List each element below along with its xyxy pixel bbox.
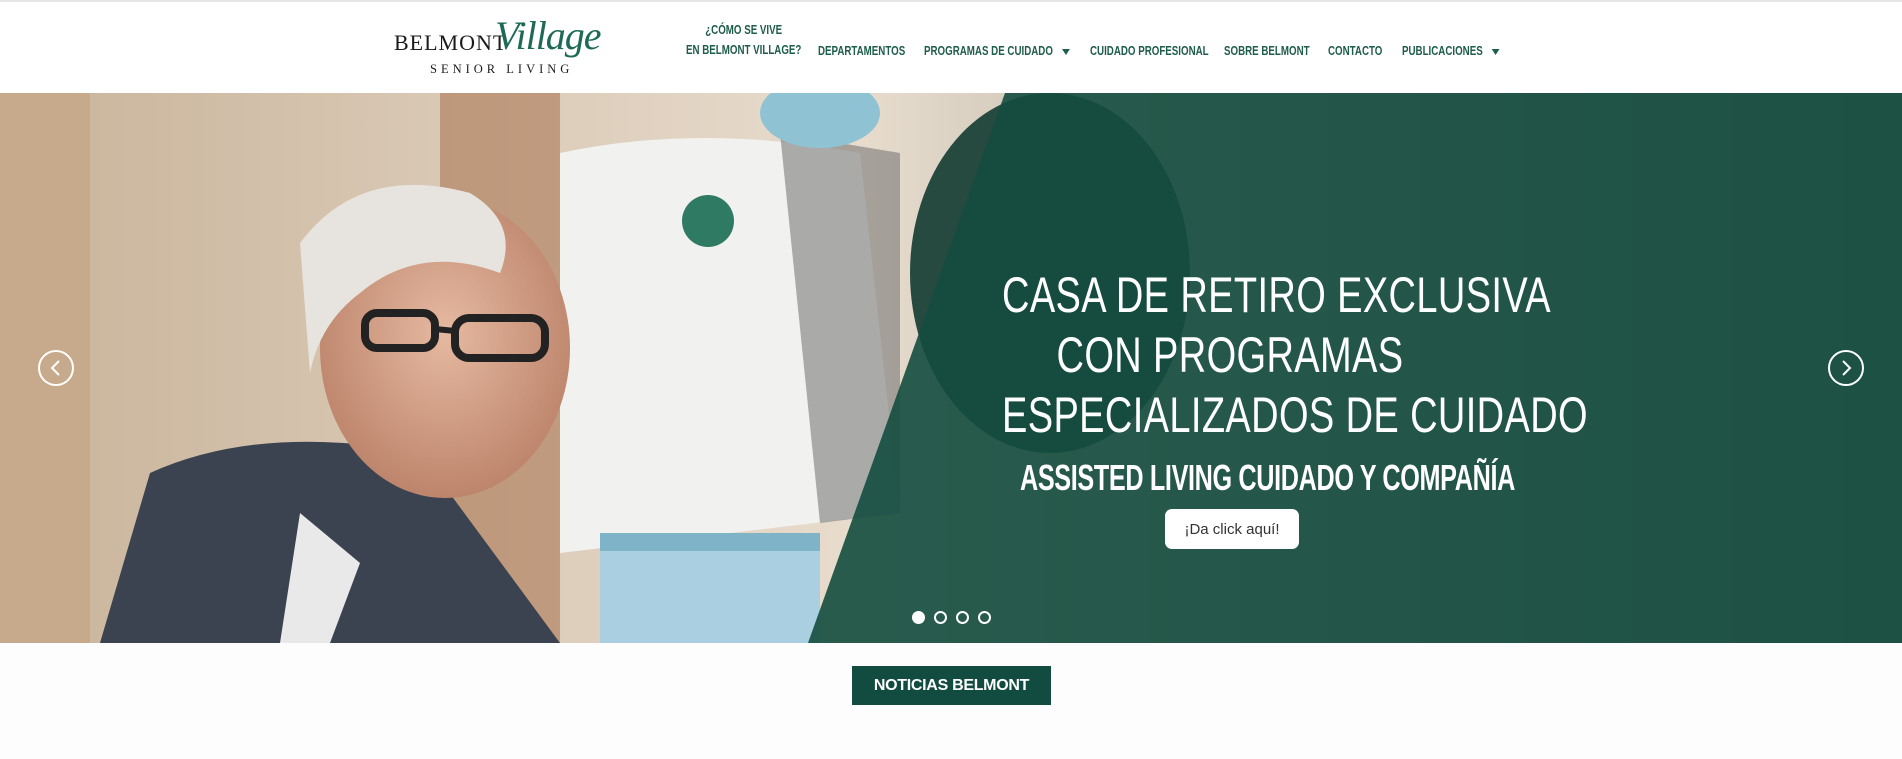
chevron-left-icon: [50, 360, 60, 376]
nav-item-departamentos-label: DEPARTAMENTOS: [818, 44, 906, 58]
hero-cta-button[interactable]: ¡Da click aquí!: [1165, 509, 1299, 549]
hero-subtitle: ASSISTED LIVING CUIDADO Y COMPAÑÍA: [1020, 457, 1515, 498]
hero-title-line-3: ESPECIALIZADOS DE CUIDADO: [1002, 387, 1588, 443]
nav-item-cuidado-profesional-label: CUIDADO PROFESIONAL: [1090, 44, 1209, 58]
nav-item-como-se-vive-line2: EN BELMONT VILLAGE?: [686, 43, 802, 57]
nav-item-contacto-label: CONTACTO: [1328, 44, 1383, 58]
chevron-down-icon: [1492, 48, 1500, 55]
chevron-right-icon: [1842, 360, 1852, 376]
nav-item-departamentos[interactable]: DEPARTAMENTOS: [818, 41, 905, 61]
hero-slider: CASA DE RETIRO EXCLUSIVA CON PROGRAMAS E…: [0, 93, 1902, 643]
site-header: BELMONT Village SENIOR LIVING ¿CÓMO SE V…: [0, 0, 1902, 93]
hero-green-overlay: [808, 93, 1902, 643]
slider-pagination: [912, 611, 991, 624]
nav-item-contacto[interactable]: CONTACTO: [1328, 41, 1382, 61]
hero-title: CASA DE RETIRO EXCLUSIVA CON PROGRAMAS E…: [1002, 265, 1588, 445]
slider-next-button[interactable]: [1828, 350, 1864, 386]
nav-item-programas-label: PROGRAMAS DE CUIDADO: [924, 44, 1053, 58]
slider-prev-button[interactable]: [38, 350, 74, 386]
nav-item-como-se-vive[interactable]: ¿CÓMO SE VIVE EN BELMONT VILLAGE?: [686, 20, 801, 60]
slider-dot-3[interactable]: [956, 611, 969, 624]
nav-item-cuidado-profesional[interactable]: CUIDADO PROFESIONAL: [1090, 41, 1209, 61]
chevron-down-icon: [1062, 48, 1071, 55]
nav-item-como-se-vive-line1: ¿CÓMO SE VIVE: [705, 23, 783, 37]
nav-item-publicaciones[interactable]: PUBLICACIONES: [1402, 41, 1500, 61]
nav-item-sobre-belmont[interactable]: SOBRE BELMONT: [1224, 41, 1310, 61]
nav-item-sobre-belmont-label: SOBRE BELMONT: [1224, 44, 1310, 58]
nav-item-programas-de-cuidado[interactable]: PROGRAMAS DE CUIDADO: [924, 41, 1071, 61]
main-nav: ¿CÓMO SE VIVE EN BELMONT VILLAGE? DEPART…: [0, 2, 1902, 95]
noticias-belmont-button[interactable]: NOTICIAS BELMONT: [852, 666, 1051, 705]
slider-dot-2[interactable]: [934, 611, 947, 624]
nav-item-publicaciones-label: PUBLICACIONES: [1402, 44, 1483, 58]
hero-title-line-1: CASA DE RETIRO EXCLUSIVA: [1002, 267, 1552, 323]
hero-title-line-2: CON PROGRAMAS: [1056, 327, 1404, 383]
slider-dot-4[interactable]: [978, 611, 991, 624]
slider-dot-1[interactable]: [912, 611, 925, 624]
